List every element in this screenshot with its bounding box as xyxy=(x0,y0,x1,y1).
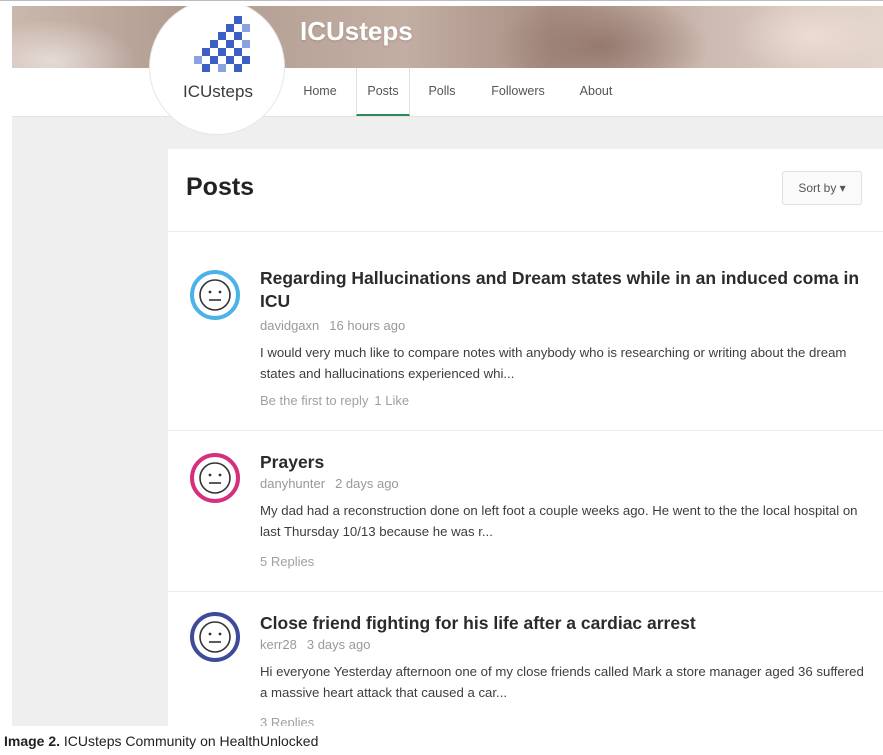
post-item: Prayers danyhunter 2 days ago My dad had … xyxy=(168,431,883,592)
smiley-avatar-icon xyxy=(199,621,231,653)
post-excerpt: My dad had a reconstruction done on left… xyxy=(260,503,858,539)
post-replies[interactable]: 3 Replies xyxy=(260,715,314,726)
avatar[interactable] xyxy=(190,612,240,662)
post-author[interactable]: danyhunter xyxy=(260,476,325,491)
checker-logo-icon xyxy=(194,16,250,72)
caption-label: Image 2. xyxy=(4,733,61,749)
post-time: 16 hours ago xyxy=(329,318,406,333)
community-title: ICUsteps xyxy=(300,16,413,46)
posts-panel-header: Posts Sort by ▾ xyxy=(168,149,883,232)
post-item: Close friend fighting for his life after… xyxy=(168,592,883,726)
community-nav: Home Posts Polls Followers About xyxy=(12,68,883,117)
figure-caption: Image 2. ICUsteps Community on HealthUnl… xyxy=(4,733,318,749)
community-logo[interactable]: ICUsteps xyxy=(150,6,284,134)
post-replies[interactable]: 5 Replies xyxy=(260,554,314,569)
smiley-avatar-icon xyxy=(199,462,231,494)
tab-home[interactable]: Home xyxy=(297,68,343,114)
tab-polls[interactable]: Polls xyxy=(422,68,462,114)
smiley-avatar-icon xyxy=(199,279,231,311)
page-title: Posts xyxy=(186,173,255,201)
post-time: 3 days ago xyxy=(306,637,371,652)
tab-about[interactable]: About xyxy=(570,68,622,114)
post-author[interactable]: kerr28 xyxy=(260,637,297,652)
post-excerpt: I would very much like to compare notes … xyxy=(260,345,847,381)
post-item: Regarding Hallucinations and Dream state… xyxy=(168,232,883,431)
community-banner: ICUsteps xyxy=(12,6,883,68)
post-stats: 5 Replies xyxy=(260,554,314,569)
logo-wordmark: ICUsteps xyxy=(183,82,253,101)
post-time: 2 days ago xyxy=(335,476,399,491)
post-meta: davidgaxn 16 hours ago xyxy=(260,318,405,333)
avatar[interactable] xyxy=(190,270,240,320)
post-title[interactable]: Prayers xyxy=(260,451,860,474)
avatar[interactable] xyxy=(190,453,240,503)
tab-posts[interactable]: Posts xyxy=(356,68,410,116)
post-meta: kerr28 3 days ago xyxy=(260,637,370,652)
post-meta: danyhunter 2 days ago xyxy=(260,476,399,491)
screenshot-frame: ICUsteps Home Posts Polls Followers Abou… xyxy=(12,6,883,726)
sort-by-button[interactable]: Sort by ▾ xyxy=(782,171,862,205)
post-likes[interactable]: 1 Like xyxy=(374,393,409,408)
post-excerpt: Hi everyone Yesterday afternoon one of m… xyxy=(260,664,864,700)
caption-text: ICUsteps Community on HealthUnlocked xyxy=(60,733,319,749)
post-stats: 3 Replies xyxy=(260,715,314,726)
post-stats: Be the first to reply 1 Like xyxy=(260,393,409,408)
posts-panel: Posts Sort by ▾ Regarding Hallucinations… xyxy=(168,149,883,726)
tab-followers[interactable]: Followers xyxy=(480,68,556,114)
post-title[interactable]: Close friend fighting for his life after… xyxy=(260,612,860,635)
post-author[interactable]: davidgaxn xyxy=(260,318,319,333)
post-title[interactable]: Regarding Hallucinations and Dream state… xyxy=(260,267,860,313)
top-divider xyxy=(0,0,883,1)
post-replies[interactable]: Be the first to reply xyxy=(260,393,368,408)
